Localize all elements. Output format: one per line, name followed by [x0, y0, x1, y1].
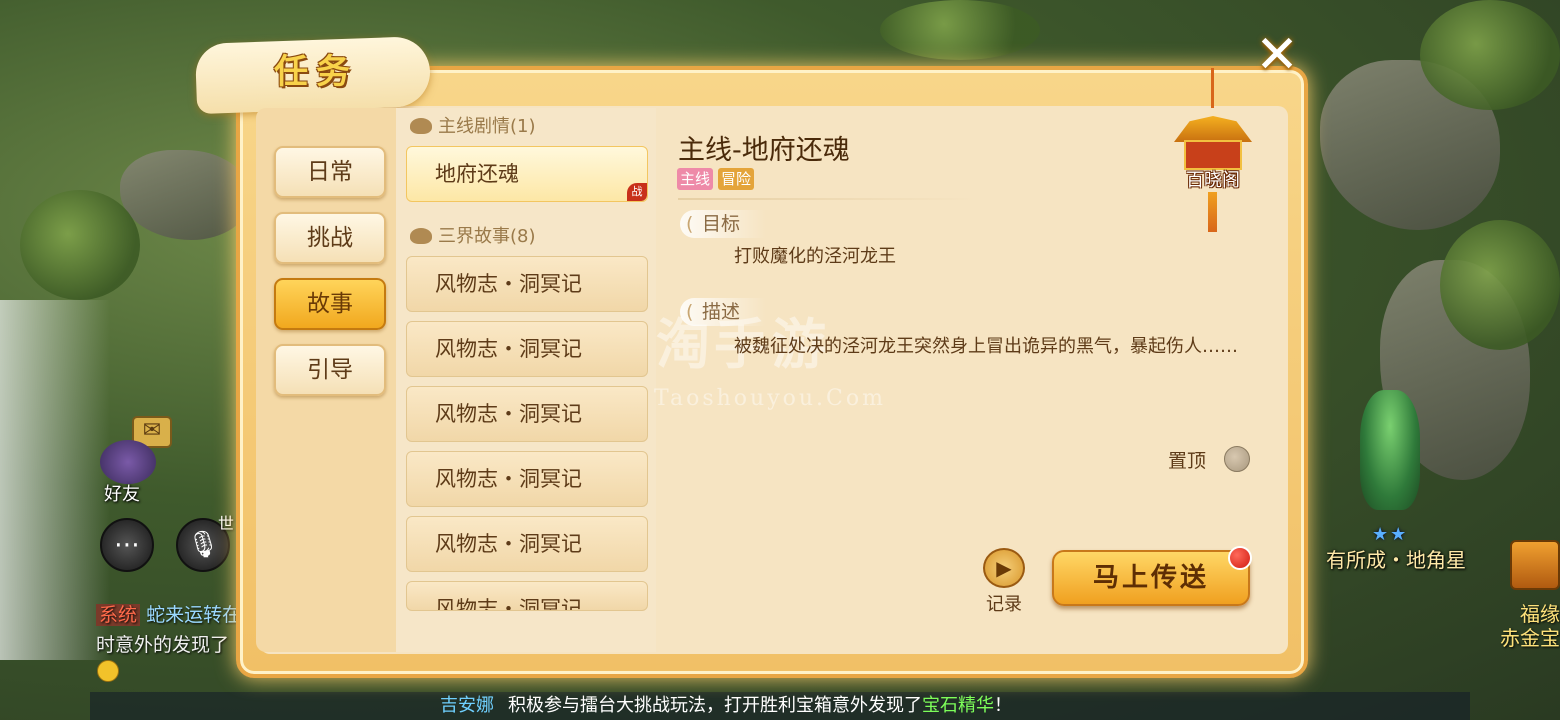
pavilion-label: 百晓阁 — [1186, 170, 1240, 191]
background-tree — [1440, 220, 1560, 350]
pavilion-button[interactable]: 百晓阁 — [1172, 68, 1254, 234]
ticker-text: 积极参与擂台大挑战玩法，打开胜利宝箱意外发现了 — [508, 695, 922, 716]
background-rock — [120, 150, 250, 240]
quest-item-story[interactable]: 风物志・洞冥记 — [406, 451, 648, 507]
quest-item-label: 地府还魂 — [435, 162, 519, 186]
battle-badge: 战 — [627, 183, 647, 201]
scroll-icon — [410, 228, 432, 244]
background-tree — [20, 190, 140, 300]
chat-text: 蛇来运转在 — [146, 604, 242, 626]
tag-main-line: 主线 — [677, 168, 714, 190]
world-channel-label[interactable]: 世 — [218, 510, 234, 534]
ticker-end: ！ — [994, 695, 1012, 716]
ticker-highlight: 宝石精华 — [922, 695, 994, 716]
close-icon[interactable]: ✕ — [1252, 29, 1302, 82]
group-header-story[interactable]: 三界故事(8) — [410, 222, 536, 248]
video-camera-icon: ▶ — [983, 548, 1025, 588]
group-header-label: 主线剧情(1) — [438, 116, 536, 137]
npc-stars: ★★ — [1372, 524, 1409, 545]
quest-item-story[interactable]: 风物志・洞冥记 — [406, 386, 648, 442]
tab-daily[interactable]: 日常 — [274, 146, 386, 198]
description-text: 被魏征处决的泾河龙王突然身上冒出诡异的黑气，暴起伤人…… — [734, 336, 1238, 357]
chat-message: 系统 蛇来运转在 — [96, 600, 241, 627]
tab-guide[interactable]: 引导 — [274, 344, 386, 396]
tab-story[interactable]: 故事 — [274, 278, 386, 330]
friend-label[interactable]: 好友 — [104, 480, 140, 506]
quest-item-main[interactable]: 地府还魂 战 — [406, 146, 648, 202]
goal-text: 打败魔化的泾河龙王 — [734, 246, 896, 267]
pavilion-icon — [1174, 116, 1252, 142]
treasure-chest-icon[interactable] — [1510, 540, 1560, 590]
goal-heading: 目标 — [680, 210, 767, 238]
tag-adventure: 冒险 — [718, 168, 755, 190]
pin-label: 置顶 — [1168, 450, 1207, 472]
npc-character[interactable] — [1360, 390, 1420, 510]
pavilion-tassel — [1208, 192, 1217, 232]
notification-dot — [1228, 546, 1252, 570]
description-heading: 描述 — [680, 298, 767, 326]
emoji-icon[interactable] — [97, 660, 119, 682]
scroll-icon — [410, 118, 432, 134]
chat-text: 时意外的发现了 — [96, 634, 230, 656]
record-button[interactable]: ▶ 记录 — [978, 548, 1030, 615]
quest-item-story[interactable]: 风物志・洞冥记 — [406, 321, 648, 377]
quest-item-story[interactable]: 风物志・洞冥记 — [406, 516, 648, 572]
watermark-subtext: Taoshouyou.Com — [654, 386, 886, 411]
group-header-label: 三界故事(8) — [438, 226, 536, 247]
quest-title: 主线-地府还魂 — [678, 135, 850, 166]
broadcast-ticker: 吉安娜 积极参与擂台大挑战玩法，打开胜利宝箱意外发现了宝石精华！ — [90, 692, 1470, 720]
record-label: 记录 — [986, 594, 1022, 615]
pin-toggle[interactable] — [1224, 446, 1250, 472]
group-header-main[interactable]: 主线剧情(1) — [410, 112, 536, 138]
side-label-gold[interactable]: 赤金宝 — [1500, 622, 1560, 651]
chat-message: 时意外的发现了 — [96, 630, 229, 657]
tab-challenge[interactable]: 挑战 — [274, 212, 386, 264]
ticker-player-name: 吉安娜 — [440, 695, 494, 716]
pavilion-string — [1211, 68, 1214, 108]
quest-item-story[interactable]: 风物志・洞冥记 — [406, 256, 648, 312]
divider — [678, 198, 978, 200]
background-tree — [880, 0, 1040, 60]
friend-avatar[interactable] — [100, 440, 156, 484]
teleport-button[interactable]: 马上传送 — [1052, 550, 1250, 606]
chat-system-tag: 系统 — [96, 604, 141, 626]
quest-item-story[interactable]: 风物志・洞冥记 — [406, 581, 648, 611]
npc-name[interactable]: 有所成・地角星 — [1326, 544, 1466, 573]
chat-icon[interactable]: ⋯ — [100, 518, 154, 572]
waterfall-mist — [0, 300, 110, 660]
background-tree — [1420, 0, 1560, 110]
panel-title: 任务 — [274, 52, 358, 92]
